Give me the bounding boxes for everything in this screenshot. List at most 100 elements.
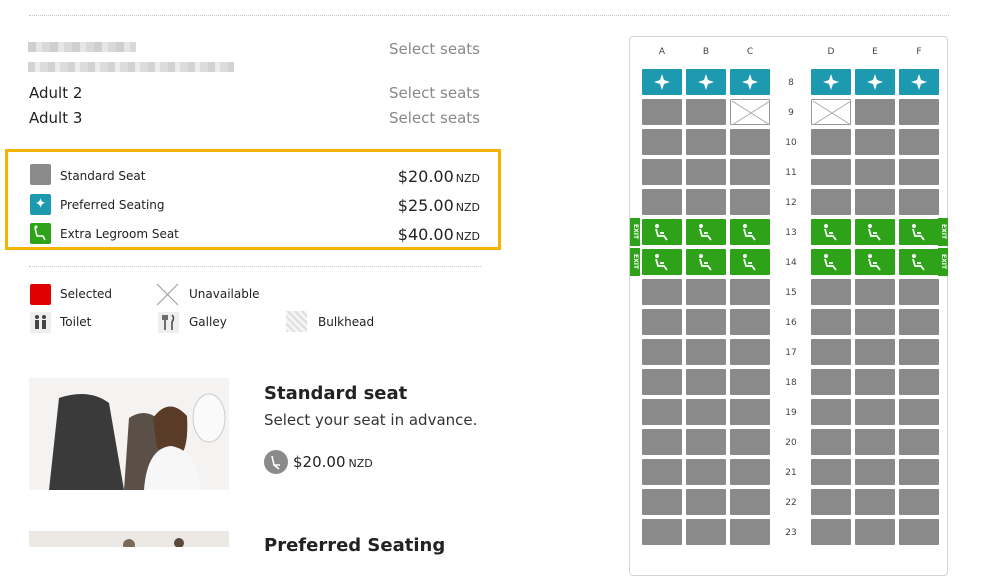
seat-15d[interactable]	[811, 279, 851, 305]
seat-17a[interactable]	[642, 339, 682, 365]
select-seats-link-adult-2[interactable]: Select seats	[330, 84, 480, 102]
seat-10c[interactable]	[730, 129, 770, 155]
seat-14a[interactable]	[642, 249, 682, 275]
seat-18c[interactable]	[730, 369, 770, 395]
seat-10e[interactable]	[855, 129, 895, 155]
seat-20a[interactable]	[642, 429, 682, 455]
seat-12e[interactable]	[855, 189, 895, 215]
seat-15a[interactable]	[642, 279, 682, 305]
row-number-14: 14	[785, 258, 797, 268]
seat-23f[interactable]	[899, 519, 939, 545]
seat-12d[interactable]	[811, 189, 851, 215]
seat-23a[interactable]	[642, 519, 682, 545]
seat-16e[interactable]	[855, 309, 895, 335]
seat-11a[interactable]	[642, 159, 682, 185]
seat-16c[interactable]	[730, 309, 770, 335]
seat-11f[interactable]	[899, 159, 939, 185]
seat-15b[interactable]	[686, 279, 726, 305]
seat-23c[interactable]	[730, 519, 770, 545]
seat-12c[interactable]	[730, 189, 770, 215]
seat-14d[interactable]	[811, 249, 851, 275]
seat-8f[interactable]	[899, 69, 939, 95]
seat-16d[interactable]	[811, 309, 851, 335]
seat-20e[interactable]	[855, 429, 895, 455]
seat-13c[interactable]	[730, 219, 770, 245]
seat-17f[interactable]	[899, 339, 939, 365]
seat-16b[interactable]	[686, 309, 726, 335]
seat-15f[interactable]	[899, 279, 939, 305]
seat-19e[interactable]	[855, 399, 895, 425]
seat-20f[interactable]	[899, 429, 939, 455]
seat-11e[interactable]	[855, 159, 895, 185]
seat-12f[interactable]	[899, 189, 939, 215]
seat-18a[interactable]	[642, 369, 682, 395]
select-seats-link-adult-3[interactable]: Select seats	[330, 109, 480, 127]
seat-22d[interactable]	[811, 489, 851, 515]
seat-18d[interactable]	[811, 369, 851, 395]
seat-13f[interactable]	[899, 219, 939, 245]
seat-11d[interactable]	[811, 159, 851, 185]
seat-15e[interactable]	[855, 279, 895, 305]
seat-21e[interactable]	[855, 459, 895, 485]
seat-8a[interactable]	[642, 69, 682, 95]
seat-15c[interactable]	[730, 279, 770, 305]
seat-8e[interactable]	[855, 69, 895, 95]
seat-13e[interactable]	[855, 219, 895, 245]
seat-21f[interactable]	[899, 459, 939, 485]
seat-10f[interactable]	[899, 129, 939, 155]
seat-22e[interactable]	[855, 489, 895, 515]
seat-19d[interactable]	[811, 399, 851, 425]
seat-17b[interactable]	[686, 339, 726, 365]
seat-20c[interactable]	[730, 429, 770, 455]
seat-19f[interactable]	[899, 399, 939, 425]
seat-19b[interactable]	[686, 399, 726, 425]
seat-9a[interactable]	[642, 99, 682, 125]
seat-14e[interactable]	[855, 249, 895, 275]
seat-12a[interactable]	[642, 189, 682, 215]
seat-22a[interactable]	[642, 489, 682, 515]
select-seats-link-passenger-1[interactable]: Select seats	[330, 40, 480, 58]
seat-23e[interactable]	[855, 519, 895, 545]
seat-13b[interactable]	[686, 219, 726, 245]
seat-23b[interactable]	[686, 519, 726, 545]
seat-12b[interactable]	[686, 189, 726, 215]
seat-8b[interactable]	[686, 69, 726, 95]
seat-8d[interactable]	[811, 69, 851, 95]
seat-17e[interactable]	[855, 339, 895, 365]
seat-11b[interactable]	[686, 159, 726, 185]
seat-14b[interactable]	[686, 249, 726, 275]
seat-10b[interactable]	[686, 129, 726, 155]
seat-18e[interactable]	[855, 369, 895, 395]
seat-11c[interactable]	[730, 159, 770, 185]
seat-21c[interactable]	[730, 459, 770, 485]
seat-16f[interactable]	[899, 309, 939, 335]
seat-18b[interactable]	[686, 369, 726, 395]
seat-9e[interactable]	[855, 99, 895, 125]
seat-17c[interactable]	[730, 339, 770, 365]
seat-21b[interactable]	[686, 459, 726, 485]
seat-8c[interactable]	[730, 69, 770, 95]
seat-9f[interactable]	[899, 99, 939, 125]
seat-19a[interactable]	[642, 399, 682, 425]
seat-13a[interactable]	[642, 219, 682, 245]
seat-21a[interactable]	[642, 459, 682, 485]
seat-18f[interactable]	[899, 369, 939, 395]
seat-20d[interactable]	[811, 429, 851, 455]
seat-10a[interactable]	[642, 129, 682, 155]
seat-10d[interactable]	[811, 129, 851, 155]
seat-22f[interactable]	[899, 489, 939, 515]
seat-16a[interactable]	[642, 309, 682, 335]
seat-14c[interactable]	[730, 249, 770, 275]
seat-14f[interactable]	[899, 249, 939, 275]
seat-21d[interactable]	[811, 459, 851, 485]
seat-23d[interactable]	[811, 519, 851, 545]
seat-column-e: E	[872, 47, 878, 57]
preferred-seating-label: Preferred Seating	[60, 198, 165, 212]
seat-19c[interactable]	[730, 399, 770, 425]
seat-17d[interactable]	[811, 339, 851, 365]
seat-9b[interactable]	[686, 99, 726, 125]
seat-13d[interactable]	[811, 219, 851, 245]
seat-22c[interactable]	[730, 489, 770, 515]
seat-22b[interactable]	[686, 489, 726, 515]
seat-20b[interactable]	[686, 429, 726, 455]
